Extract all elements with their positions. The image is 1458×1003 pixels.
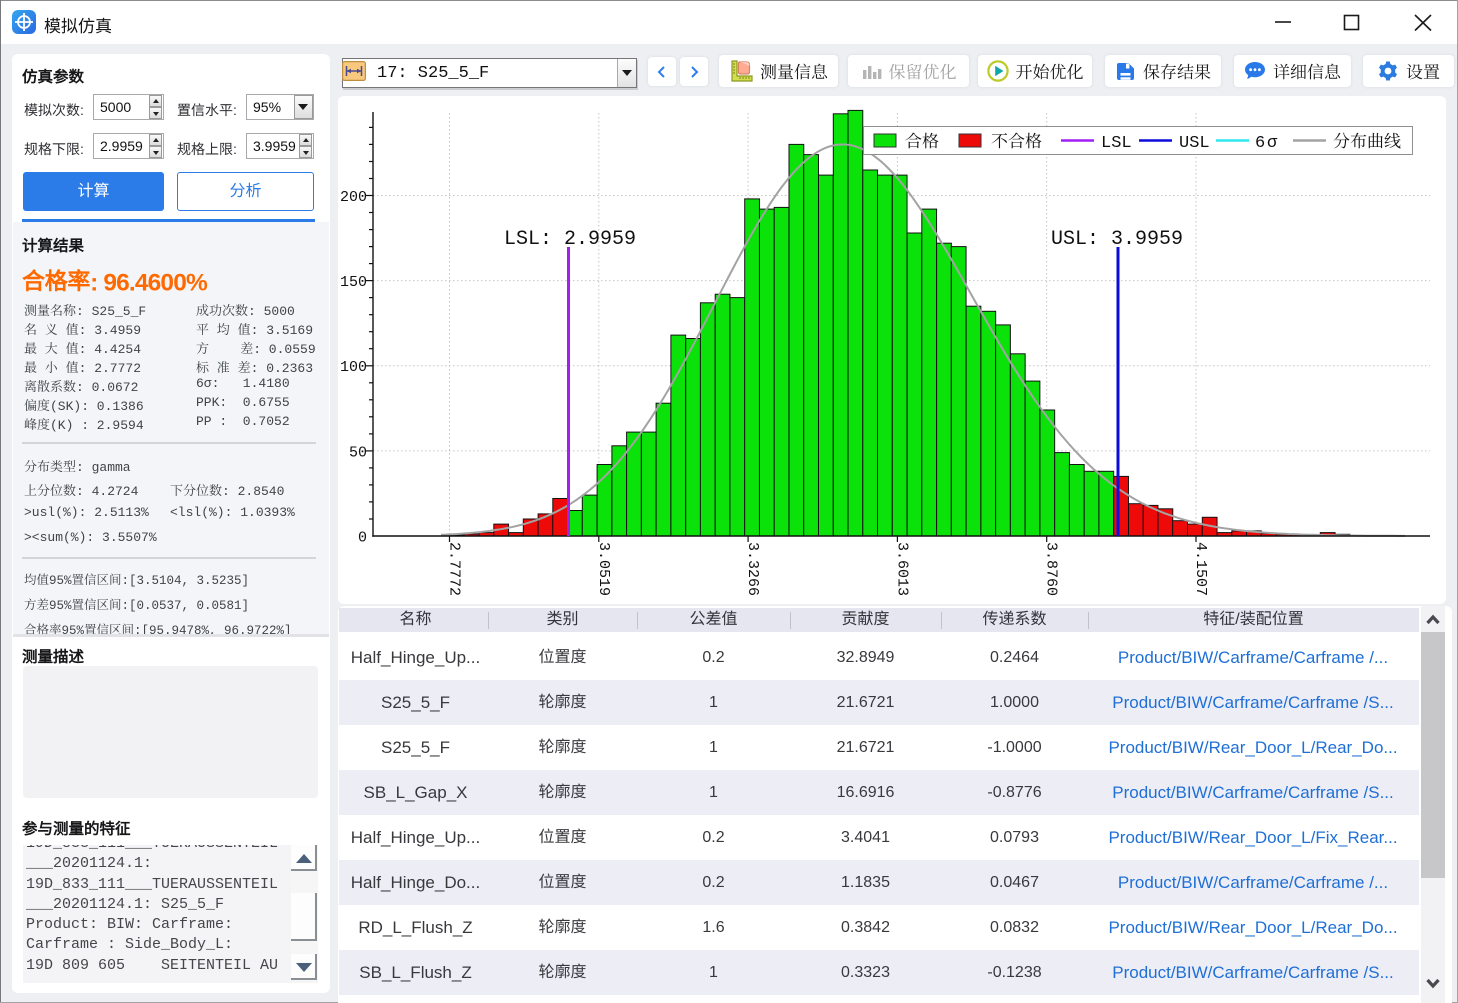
svg-text:合格: 合格	[905, 132, 939, 153]
svg-text:3.3266: 3.3266	[744, 542, 761, 596]
svg-text:200: 200	[340, 189, 367, 206]
svg-text:分布曲线: 分布曲线	[1333, 132, 1401, 153]
svg-text:3.6013: 3.6013	[893, 542, 910, 596]
svg-text:6: 6	[1255, 134, 1265, 153]
svg-text:3.8760: 3.8760	[1043, 542, 1060, 596]
svg-text:σ: σ	[1267, 134, 1278, 153]
svg-text:2.7772: 2.7772	[446, 542, 463, 596]
svg-text:USL: 3.9959: USL: 3.9959	[1051, 228, 1183, 251]
svg-text:LSL: LSL	[1101, 134, 1132, 153]
svg-text:LSL: 2.9959: LSL: 2.9959	[504, 228, 636, 251]
svg-text:不合格: 不合格	[991, 132, 1042, 153]
svg-text:0: 0	[358, 530, 367, 547]
svg-text:4.1507: 4.1507	[1192, 542, 1209, 596]
svg-text:USL: USL	[1179, 134, 1210, 153]
svg-text:50: 50	[349, 444, 367, 461]
svg-text:100: 100	[340, 359, 367, 376]
svg-text:150: 150	[340, 274, 367, 291]
svg-text:3.0519: 3.0519	[595, 542, 612, 596]
